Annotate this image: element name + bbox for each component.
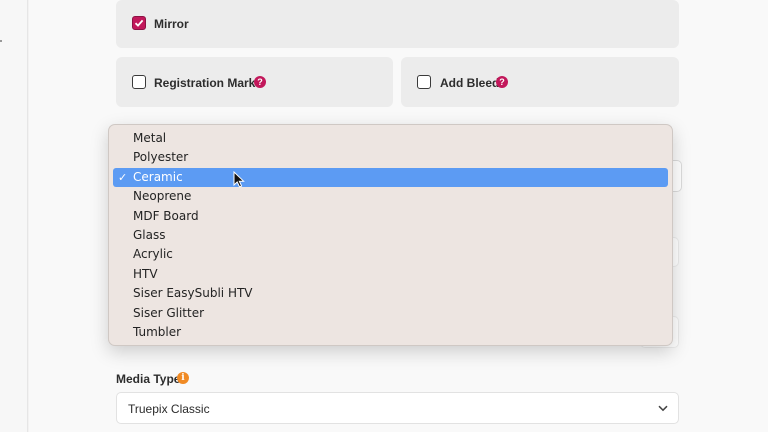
left-gutter (0, 0, 28, 432)
media-type-value: Truepix Classic (128, 402, 210, 416)
dropdown-option-label: Ceramic (133, 169, 183, 184)
add-bleed-label: Add Bleed (440, 76, 500, 90)
dropdown-option-label: Polyester (133, 150, 189, 165)
dropdown-option-label: Siser Glitter (133, 305, 205, 320)
dropdown-option-label: Tumbler (133, 324, 182, 339)
material-dropdown-menu: Metal Polyester ✓ Ceramic Neoprene MDF Board G… (108, 124, 673, 346)
dropdown-option[interactable]: Siser Glitter (113, 304, 668, 323)
media-type-label: Media Type (116, 372, 181, 386)
mirror-option-card[interactable] (116, 0, 679, 48)
dropdown-option-label: Metal (133, 131, 167, 145)
dropdown-option[interactable]: HTV (113, 265, 668, 284)
dropdown-option[interactable]: Tumbler (113, 323, 668, 342)
dropdown-option-label: Glass (133, 227, 166, 242)
dropdown-option[interactable]: ✓ Ceramic (113, 167, 668, 188)
mirror-checkbox[interactable] (132, 16, 146, 30)
dropdown-option[interactable]: Neoprene (113, 187, 668, 206)
dropdown-option-label: HTV (133, 266, 158, 281)
media-type-select[interactable]: Truepix Classic (116, 392, 679, 424)
dropdown-option[interactable]: Acrylic (113, 245, 668, 264)
add-bleed-help-icon[interactable]: ? (496, 76, 508, 88)
mirror-label: Mirror (154, 17, 189, 31)
dropdown-option[interactable]: Glass (113, 226, 668, 245)
dropdown-option-label: Neoprene (133, 189, 192, 204)
chevron-down-icon (658, 405, 668, 412)
dropdown-option[interactable]: Siser EasySubli HTV (113, 284, 668, 303)
media-type-info-icon[interactable]: i (177, 372, 189, 384)
registration-marks-label: Registration Marks (154, 76, 263, 90)
registration-marks-checkbox[interactable] (132, 75, 146, 89)
dropdown-option[interactable]: MDF Board (113, 207, 668, 226)
registration-marks-help-icon[interactable]: ? (254, 76, 266, 88)
dropdown-option-label: Siser EasySubli HTV (133, 286, 253, 301)
checkmark-icon (134, 19, 144, 27)
dropdown-option[interactable]: Polyester (113, 148, 668, 167)
add-bleed-checkbox[interactable] (417, 75, 431, 89)
gutter-mark (0, 40, 2, 42)
selected-check-icon: ✓ (118, 170, 128, 184)
dropdown-option[interactable]: Metal (113, 129, 668, 148)
dropdown-option-label: Acrylic (133, 247, 173, 262)
dropdown-option-label: MDF Board (133, 208, 199, 223)
mouse-cursor-icon (233, 171, 245, 188)
